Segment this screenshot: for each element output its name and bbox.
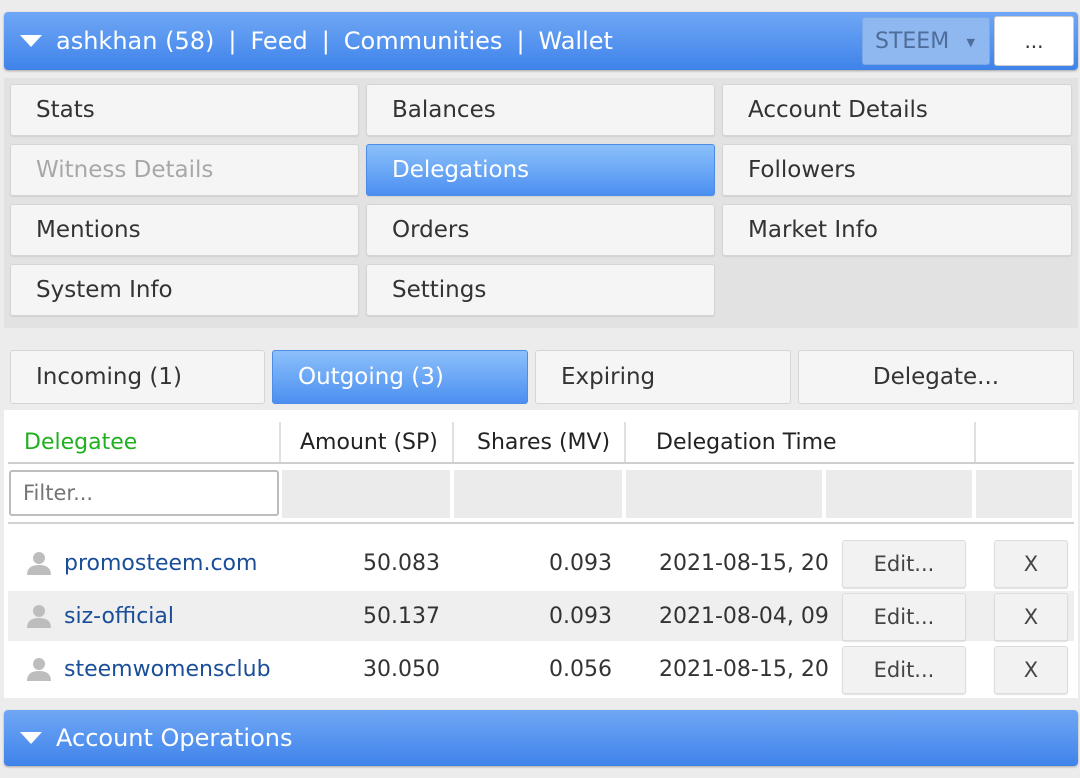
column-divider <box>279 422 281 462</box>
chain-select[interactable]: STEEM ▼ <box>862 17 990 65</box>
amount-cell: 50.137 <box>363 603 440 629</box>
remove-button[interactable]: X <box>994 646 1068 694</box>
account-operations-title[interactable]: Account Operations <box>56 724 292 752</box>
section-followers[interactable]: Followers <box>722 144 1072 196</box>
shares-cell: 0.056 <box>549 656 612 682</box>
amount-cell: 30.050 <box>363 656 440 682</box>
column-divider <box>974 422 976 462</box>
nav-link-communities[interactable]: Communities <box>344 27 503 55</box>
expand-caret-icon[interactable] <box>20 732 42 744</box>
tab-outgoing[interactable]: Outgoing (3) <box>272 350 528 404</box>
filter-cell-empty <box>454 470 622 518</box>
collapse-caret-icon[interactable] <box>20 35 42 47</box>
column-divider <box>452 422 454 462</box>
section-grid: Stats Balances Account Details Witness D… <box>4 78 1078 328</box>
shares-cell: 0.093 <box>549 550 612 576</box>
time-cell: 2021-08-15, 20: <box>659 550 828 576</box>
delegatee-name[interactable]: steemwomensclub <box>64 657 271 682</box>
table-row: siz-official 50.137 0.093 2021-08-04, 09… <box>8 591 1074 641</box>
section-orders[interactable]: Orders <box>366 204 715 256</box>
remove-button[interactable]: X <box>994 593 1068 641</box>
filter-cell-empty <box>626 470 822 518</box>
time-cell: 2021-08-15, 20: <box>659 656 828 682</box>
filter-cell-empty <box>282 470 450 518</box>
nav-separator: | <box>516 27 525 55</box>
tab-expiring[interactable]: Expiring <box>535 350 791 404</box>
nav-separator: | <box>321 27 330 55</box>
account-operations-bar[interactable]: Account Operations <box>4 710 1078 766</box>
filter-cell-empty <box>826 470 972 518</box>
filter-input[interactable] <box>9 470 279 516</box>
section-account-details[interactable]: Account Details <box>722 84 1072 136</box>
column-header-shares[interactable]: Shares (MV) <box>477 422 610 462</box>
nav-separator: | <box>228 27 237 55</box>
column-header-delegation-time[interactable]: Delegation Time <box>656 422 837 462</box>
time-cell: 2021-08-04, 09: <box>659 603 828 629</box>
more-menu-button[interactable]: ... <box>994 16 1074 66</box>
edit-button[interactable]: Edit... <box>842 540 966 588</box>
edit-button[interactable]: Edit... <box>842 593 966 641</box>
dropdown-arrow-icon: ▼ <box>966 36 975 49</box>
filter-divider <box>8 522 1074 524</box>
tab-incoming[interactable]: Incoming (1) <box>10 350 265 404</box>
section-balances[interactable]: Balances <box>366 84 715 136</box>
top-nav-bar: ashkhan (58) | Feed | Communities | Wall… <box>4 12 1078 70</box>
section-mentions[interactable]: Mentions <box>10 204 359 256</box>
column-header-amount[interactable]: Amount (SP) <box>300 422 438 462</box>
tab-delegate[interactable]: Delegate... <box>798 350 1074 404</box>
delegatee-link[interactable]: promosteem.com <box>64 538 279 588</box>
user-avatar-icon <box>27 552 51 575</box>
section-settings[interactable]: Settings <box>366 264 715 316</box>
section-market-info[interactable]: Market Info <box>722 204 1072 256</box>
section-stats[interactable]: Stats <box>10 84 359 136</box>
section-system-info[interactable]: System Info <box>10 264 359 316</box>
remove-button[interactable]: X <box>994 540 1068 588</box>
delegations-table: Delegatee Amount (SP) Shares (MV) Delega… <box>4 410 1078 698</box>
shares-cell: 0.093 <box>549 603 612 629</box>
delegatee-link[interactable]: siz-official <box>64 591 279 641</box>
nav-link-feed[interactable]: Feed <box>250 27 307 55</box>
chain-select-value: STEEM <box>875 28 950 54</box>
filter-cell-empty <box>976 470 1072 518</box>
delegatee-name[interactable]: promosteem.com <box>64 551 257 576</box>
header-divider <box>8 462 1074 464</box>
nav-link-wallet[interactable]: Wallet <box>539 27 613 55</box>
section-delegations[interactable]: Delegations <box>366 144 715 196</box>
section-witness-details: Witness Details <box>10 144 359 196</box>
amount-cell: 50.083 <box>363 550 440 576</box>
delegation-tabs: Incoming (1) Outgoing (3) Expiring Deleg… <box>4 346 1078 408</box>
user-avatar-icon <box>27 658 51 681</box>
delegatee-name[interactable]: siz-official <box>64 604 174 629</box>
user-avatar-icon <box>27 605 51 628</box>
column-header-delegatee[interactable]: Delegatee <box>24 422 137 462</box>
account-link[interactable]: ashkhan (58) <box>56 27 214 55</box>
table-row: steemwomensclub 30.050 0.056 2021-08-15,… <box>8 644 1074 694</box>
column-divider <box>624 422 626 462</box>
delegatee-link[interactable]: steemwomensclub <box>64 644 279 694</box>
edit-button[interactable]: Edit... <box>842 646 966 694</box>
table-row: promosteem.com 50.083 0.093 2021-08-15, … <box>8 538 1074 588</box>
